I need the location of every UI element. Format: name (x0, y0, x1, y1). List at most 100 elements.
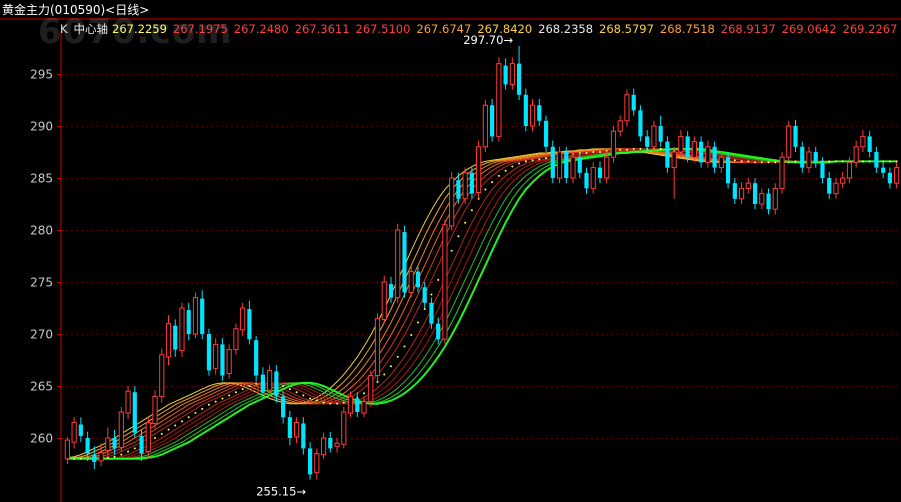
candle-layer (64, 45, 900, 480)
candle-body-down (887, 172, 892, 184)
y-tick-label: 260 (30, 432, 53, 446)
candle-body-down (638, 110, 643, 137)
candle-body-up (610, 130, 617, 158)
center-axis-dot (423, 308, 426, 311)
center-axis-dot (187, 416, 190, 419)
candle-body-down (732, 183, 737, 199)
candle-body-up (617, 120, 623, 132)
candle-body-down (503, 65, 508, 85)
candle-body-down (577, 157, 582, 173)
ribbon-line (67, 148, 897, 460)
candle-body-up (267, 369, 273, 391)
center-axis-dot (659, 147, 662, 150)
center-axis-dot (255, 382, 258, 385)
candle-body-down (307, 448, 313, 475)
ribbon-line (67, 148, 897, 460)
center-axis-dot (888, 160, 891, 163)
candle-body-down (186, 310, 191, 334)
legend-value: 267.1975 (172, 22, 228, 36)
center-axis-dot (437, 278, 440, 281)
candle-body-down (469, 172, 474, 194)
candle-body-up (860, 135, 866, 148)
y-tick-label: 275 (30, 276, 53, 290)
candle-body-down (355, 398, 360, 412)
candle-body-up (192, 297, 199, 335)
candle-body-down (402, 232, 407, 293)
center-axis-dot (639, 147, 642, 150)
center-axis-dot (322, 401, 325, 404)
legend-values: 267.1975 267.2480 267.3611 267.5100 267.6747… (173, 22, 901, 36)
candle-body-up (718, 156, 724, 169)
candle-body-down (92, 454, 97, 462)
candle-body-up (98, 452, 104, 462)
candle-body-up (806, 151, 812, 169)
candle-body-down (874, 152, 879, 168)
candle-body-down (867, 136, 872, 152)
candle-body-up (624, 94, 630, 122)
candle-body-up (556, 151, 563, 179)
center-axis-dot (167, 428, 170, 431)
candle-body-down (281, 396, 286, 418)
candle-body-down (537, 105, 542, 121)
candle-body-down (820, 162, 825, 178)
candle-body-up (341, 411, 347, 445)
candle-body-up (759, 193, 765, 205)
center-axis-dot (504, 169, 507, 172)
candle-body-down (631, 94, 636, 111)
candle-body-down (200, 298, 205, 334)
center-axis-dot (470, 209, 473, 212)
candle-body-down (429, 302, 434, 324)
center-axis-dot (457, 235, 460, 238)
candle-body-up (449, 177, 455, 227)
candle-body-up (226, 349, 232, 375)
center-axis-dot (207, 403, 210, 406)
candle-body-down (139, 435, 144, 454)
chart-title: 黄金主力(010590)<日线> (2, 3, 150, 17)
center-axis-dot (214, 400, 217, 403)
center-axis-dot (302, 394, 305, 397)
center-axis-dot (363, 392, 366, 395)
candle-body-up (846, 161, 853, 179)
candle-body-down (78, 424, 83, 436)
center-axis-dot (464, 221, 467, 224)
candle-body-up (361, 401, 367, 414)
candle-body-down (827, 178, 832, 194)
center-axis-dot (336, 402, 339, 405)
candle-body-down (881, 167, 886, 173)
center-axis-dot (518, 162, 521, 165)
candle-body-up (678, 135, 684, 153)
center-axis-dot (895, 160, 898, 163)
center-axis-dot (497, 174, 500, 177)
candle-body-up (476, 146, 482, 194)
center-axis-dot (416, 321, 419, 324)
center-axis-dot (585, 152, 588, 155)
center-axis-dot (180, 420, 183, 423)
center-axis-dot (747, 160, 750, 163)
candle-body-up (833, 182, 839, 195)
candle-body-up (496, 63, 502, 137)
candle-body-up (590, 167, 596, 189)
candle-body-down (725, 157, 731, 184)
candle-body-down (543, 120, 549, 147)
y-tick-label: 280 (30, 224, 53, 238)
ribbon-line (67, 148, 897, 460)
center-axis-dot (625, 148, 628, 151)
legend-value: 268.7518 (659, 22, 715, 36)
center-axis-dot (154, 437, 157, 439)
legend-value: 267.3611 (294, 22, 350, 36)
candle-body-down (274, 371, 279, 397)
candle-body-down (752, 183, 758, 204)
candle-body-up (334, 442, 340, 447)
ribbon-line (67, 148, 897, 460)
candle-body-down (328, 438, 333, 449)
center-axis-dot (754, 161, 757, 164)
center-axis-dot (309, 397, 312, 400)
center-axis-dot (221, 397, 224, 400)
candle-body-down (173, 325, 178, 350)
center-axis-dot (450, 249, 453, 252)
candle-body-up (118, 411, 124, 448)
candle-body-down (456, 180, 461, 199)
ribbon-line (67, 147, 897, 460)
low-price-label: 255.15→ (256, 485, 306, 499)
candle-body-down (287, 417, 292, 438)
